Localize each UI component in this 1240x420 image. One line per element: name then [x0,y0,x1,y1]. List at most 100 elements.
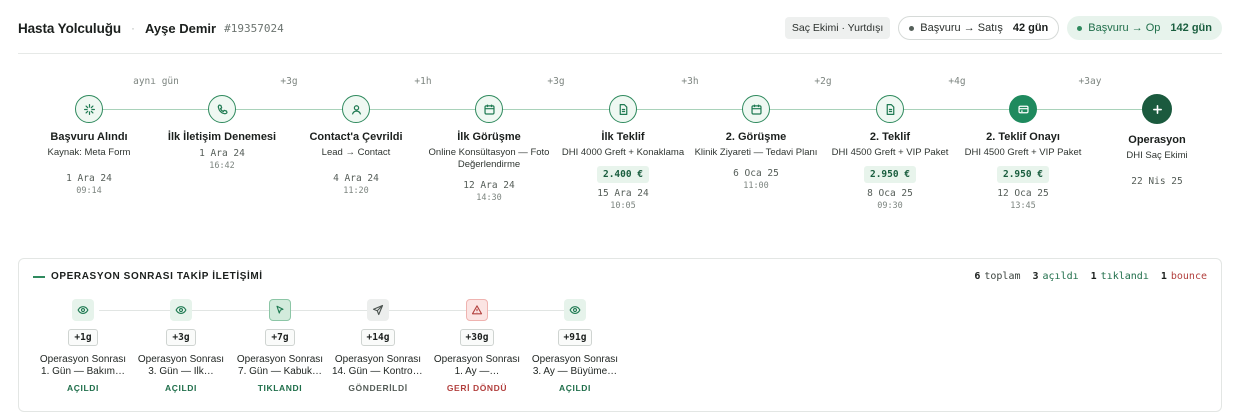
timeline-step-operation[interactable]: Operasyon DHI Saç Ekimi 22 Nis 25 [1092,94,1222,187]
patient-name[interactable]: Ayşe Demir [145,21,216,36]
calendar-icon [742,95,770,123]
document-icon [876,95,904,123]
sparkle-icon [75,95,103,123]
step-title: 2. Teklif Onayı [986,131,1060,143]
timeline-step-second-offer[interactable]: 2. Teklif DHI 4500 Greft + VIP Paket 2.9… [825,95,955,211]
step-date: 22 Nis 25 [1131,176,1183,187]
step-time: 16:42 [209,161,235,171]
metric-lead-to-sale: Başvuru → Satış 42 gün [898,16,1060,40]
followup-status: GÖNDERİLDİ [348,383,408,393]
step-date: 15 Ara 24 [597,188,649,199]
step-time: 09:14 [76,186,102,196]
eye-icon [564,299,586,321]
followup-item[interactable]: +1g Operasyon Sonrası 1. Gün — Bakım… AÇI… [37,299,129,393]
gap-label: +2g [814,76,832,87]
metric-dot-icon [1077,25,1083,31]
gap-label: +3ay [1078,76,1102,87]
followup-title-text: Operasyon Sonrası 3. Gün — İlk… [137,354,225,377]
step-title: 2. Teklif [869,131,911,143]
followup-offset: +30g [459,329,495,346]
eye-icon [170,299,192,321]
step-date: 6 Oca 25 [733,168,779,179]
document-icon [609,95,637,123]
followup-item[interactable]: +7g Operasyon Sonrası 7. Gün — Kabuk… TIK… [234,299,326,393]
step-date: 8 Oca 25 [867,188,913,199]
gap-label: +1h [414,76,432,87]
followup-offset: +14g [360,329,396,346]
timeline-step-first-meeting[interactable]: İlk Görüşme Online Konsültasyon — Foto D… [424,95,554,203]
followup-item[interactable]: +3g Operasyon Sonrası 3. Gün — İlk… AÇILD… [135,299,227,393]
step-time: 11:20 [343,186,369,196]
timeline-step-second-meeting[interactable]: 2. Görüşme Klinik Ziyareti — Tedavi Plan… [691,95,821,191]
step-time: 14:30 [476,193,502,203]
step-date: 12 Ara 24 [463,180,515,191]
timeline-step-converted-contact[interactable]: Contact'a Çevrildi Lead → Contact 4 Ara … [291,95,421,196]
step-date: 1 Ara 24 [199,148,245,159]
step-subtitle: Lead → Contact [321,147,391,158]
step-subtitle: DHI 4500 Greft + VIP Paket [964,147,1082,158]
step-date: 12 Oca 25 [997,188,1049,199]
followup-offset: +7g [265,329,295,346]
metric-label: Başvuru → Op [1088,22,1161,34]
gap-label: +3g [547,76,565,87]
metric-lead-to-op: Başvuru → Op 142 gün [1067,16,1222,40]
step-title: Operasyon [1128,134,1186,146]
gap-label: +3g [280,76,298,87]
step-time: 10:05 [610,201,636,211]
journey-timeline: aynı gün +3g +1h +3g +3h +2g +4g +3ay Ba… [0,60,1240,250]
followup-panel: OPERASYON SONRASI TAKİP İLETİŞİMİ 6 topla… [18,258,1222,412]
followup-item[interactable]: +30g Operasyon Sonrası 1. Ay —… GERİ DÖND… [431,299,523,393]
gap-label: +3h [681,76,699,87]
stat-bounce: 1 bounce [1160,271,1207,282]
followup-title-text: Operasyon Sonrası 14. Gün — Kontrol… [332,354,424,377]
followup-item[interactable]: +14g Operasyon Sonrası 14. Gün — Kontrol…… [332,299,424,393]
followup-title: OPERASYON SONRASI TAKİP İLETİŞİMİ [51,271,263,282]
user-icon [342,95,370,123]
title-separator: · [131,21,136,35]
followup-title-text: Operasyon Sonrası 7. Gün — Kabuk… [236,354,324,377]
followup-offset: +91g [557,329,593,346]
followup-title-text: Operasyon Sonrası 1. Gün — Bakım… [39,354,127,377]
treatment-tag: Saç Ekimi · Yurtdışı [784,17,891,39]
followup-status: TIKLANDI [257,383,303,393]
metric-value: 142 gün [1170,22,1212,34]
eye-icon [72,299,94,321]
cursor-icon [269,299,291,321]
plus-icon [1142,94,1172,124]
section-bar-icon [33,275,45,278]
metric-dot-icon [909,25,915,31]
page-title: Hasta Yolculuğu [18,20,122,36]
metric-label: Başvuru → Satış [920,22,1003,34]
stat-opened: 3 açıldı [1032,271,1079,282]
step-subtitle: Online Konsültasyon — Foto Değerlendirme [428,147,550,170]
metric-value: 42 gün [1012,22,1049,34]
step-title: Başvuru Alındı [50,131,128,143]
step-subtitle: Kaynak: Meta Form [47,147,131,158]
offer-price: 2.950 € [863,166,917,183]
followup-item[interactable]: +91g Operasyon Sonrası 3. Ay — Büyüme… AÇ… [529,299,621,393]
step-title: İlk Görüşme [457,131,521,143]
followup-offset: +1g [68,329,98,346]
offer-price: 2.400 € [596,166,650,183]
header-divider [18,53,1222,54]
step-subtitle: DHI Saç Ekimi [1126,150,1188,161]
timeline-step-first-offer[interactable]: İlk Teklif DHI 4000 Greft + Konaklama 2.… [558,95,688,211]
step-date: 1 Ara 24 [66,173,112,184]
step-subtitle: Klinik Ziyareti — Tedavi Planı [694,147,818,158]
step-subtitle: DHI 4500 Greft + VIP Paket [831,147,949,158]
timeline-step-application[interactable]: Başvuru Alındı Kaynak: Meta Form 1 Ara 2… [24,95,154,196]
gap-label: aynı gün [133,76,179,87]
warning-icon [466,299,488,321]
patient-id: #19357024 [224,21,284,35]
calendar-icon [475,95,503,123]
followup-title-text: Operasyon Sonrası 1. Ay —… [433,354,521,377]
send-icon [367,299,389,321]
timeline-step-offer-approval[interactable]: 2. Teklif Onayı DHI 4500 Greft + VIP Pak… [958,95,1088,211]
step-title: 2. Görüşme [725,131,787,143]
phone-icon [208,95,236,123]
step-time: 13:45 [1010,201,1036,211]
timeline-step-first-contact[interactable]: İlk İletişim Denemesi 1 Ara 24 16:42 [157,95,287,171]
journey-header: Hasta Yolculuğu · Ayşe Demir #19357024 S… [18,10,1222,46]
followup-stats: 6 toplam 3 açıldı 1 tıklandı 1 bounce [974,271,1207,282]
followup-header: OPERASYON SONRASI TAKİP İLETİŞİMİ 6 topla… [33,271,1207,282]
